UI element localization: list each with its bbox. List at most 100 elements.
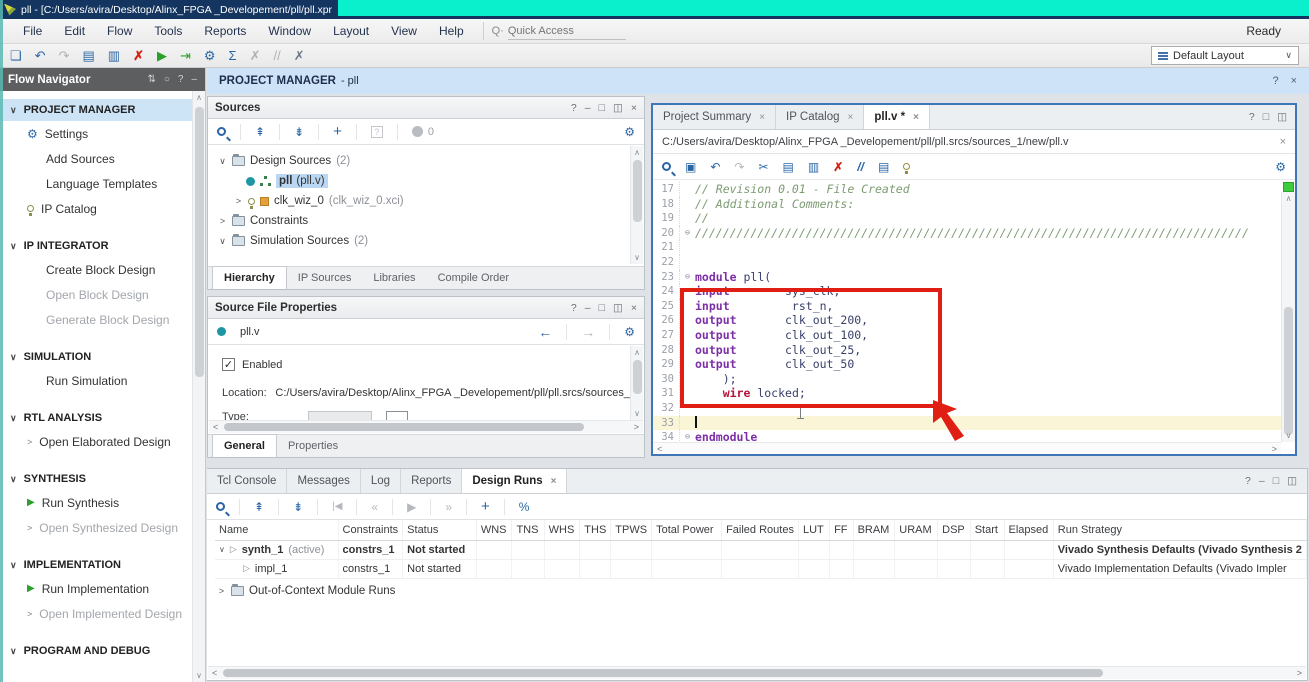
minimize-icon[interactable]: ‒ — [1259, 475, 1265, 487]
delete-icon[interactable]: ✗ — [133, 48, 144, 64]
minimize-icon[interactable]: ‒ — [585, 302, 591, 314]
scroll-up-icon[interactable]: ∧ — [193, 93, 205, 102]
sidebar-section-simulation[interactable]: ∨SIMULATION — [0, 346, 193, 368]
minimize-icon[interactable]: ‒ — [191, 74, 197, 85]
copy-icon[interactable]: ▤ — [82, 48, 94, 64]
scrollbar-thumb[interactable] — [633, 160, 642, 222]
help-icon[interactable]: ? — [1245, 475, 1251, 487]
tab-compile-order[interactable]: Compile Order — [427, 267, 521, 289]
sidebar-item-create-block-design[interactable]: Create Block Design — [0, 257, 193, 282]
quick-access-input[interactable] — [508, 23, 626, 40]
scroll-left-icon[interactable]: < — [212, 668, 217, 678]
menu-tools[interactable]: Tools — [143, 20, 193, 42]
step-icon[interactable]: ⇥ — [180, 48, 191, 64]
tab-hierarchy[interactable]: Hierarchy — [212, 266, 287, 289]
sidebar-item-run-implementation[interactable]: ▶Run Implementation — [0, 576, 193, 601]
tab-log[interactable]: Log — [361, 469, 401, 493]
menu-file[interactable]: File — [12, 20, 53, 42]
sidebar-section-synthesis[interactable]: ∨SYNTHESIS — [0, 468, 193, 490]
chevron-down-icon[interactable]: ∨ — [219, 545, 225, 554]
sidebar-section-rtl-analysis[interactable]: ∨RTL ANALYSIS — [0, 407, 193, 429]
sidebar-item-ip-catalog[interactable]: IP Catalog — [0, 196, 193, 221]
menu-flow[interactable]: Flow — [96, 20, 143, 42]
help-icon[interactable]: ? — [571, 102, 577, 114]
menu-help[interactable]: Help — [428, 20, 475, 42]
float-icon[interactable]: ◫ — [1277, 111, 1287, 123]
expand-all-icon[interactable]: ⇟ — [293, 500, 303, 514]
close-icon[interactable]: × — [913, 112, 919, 123]
search-icon[interactable] — [216, 502, 225, 511]
scroll-down-icon[interactable]: ∨ — [631, 253, 643, 262]
sidebar-item-settings[interactable]: ⚙Settings — [0, 121, 193, 146]
float-icon[interactable]: ◫ — [613, 302, 623, 314]
collapse-all-icon[interactable]: ⇞ — [254, 500, 264, 514]
sidebar-item-open-elaborated-design[interactable]: >Open Elaborated Design — [0, 429, 193, 454]
maximize-icon[interactable]: □ — [1263, 111, 1269, 123]
sidebar-section-project-manager[interactable]: ∨PROJECT MANAGER — [0, 99, 193, 121]
lightbulb-icon[interactable] — [903, 163, 910, 170]
undo-icon[interactable]: ↶ — [35, 48, 46, 64]
scroll-left-icon[interactable]: < — [213, 422, 218, 432]
scroll-left-icon[interactable]: < — [657, 444, 662, 454]
close-icon[interactable]: × — [759, 112, 765, 123]
delete-icon[interactable]: ✗ — [833, 160, 843, 174]
tab-project-summary[interactable]: Project Summary× — [653, 105, 776, 129]
indent-icon[interactable]: ▤ — [878, 160, 889, 174]
collapse-all-icon[interactable]: ⇞ — [255, 125, 265, 139]
minimize-icon[interactable]: ‒ — [585, 102, 591, 114]
chevron-right-icon[interactable]: > — [218, 216, 227, 226]
sidebar-section-program-and-debug[interactable]: ∨PROGRAM AND DEBUG — [0, 640, 193, 662]
undo-icon[interactable]: ↶ — [710, 160, 720, 174]
tree-node-pll[interactable]: pll(pll.v) — [218, 171, 644, 191]
scrollbar-thumb[interactable] — [195, 107, 204, 377]
close-icon[interactable]: × — [1291, 75, 1297, 87]
sidebar-item-language-templates[interactable]: Language Templates — [0, 171, 193, 196]
create-runs-icon[interactable]: + — [481, 498, 490, 515]
scroll-right-icon[interactable]: > — [634, 422, 639, 432]
gear-icon[interactable]: ⚙ — [624, 125, 635, 139]
circle-icon[interactable]: ○ — [164, 74, 170, 85]
forward-icon[interactable]: → — [581, 324, 595, 340]
tab-libraries[interactable]: Libraries — [362, 267, 426, 289]
sidebar-section-implementation[interactable]: ∨IMPLEMENTATION — [0, 554, 193, 576]
expand-all-icon[interactable]: ⇟ — [294, 125, 304, 139]
chevron-right-icon[interactable]: > — [217, 586, 226, 596]
paste-icon[interactable]: ▥ — [808, 160, 819, 174]
properties-hscrollbar[interactable]: < > — [209, 420, 643, 433]
scroll-up-icon[interactable]: ∧ — [631, 148, 643, 157]
search-icon[interactable] — [217, 127, 226, 136]
properties-scrollbar[interactable]: ∧ ∨ — [630, 346, 643, 420]
dock-icon[interactable]: ⇅ — [147, 74, 155, 85]
close-icon[interactable]: × — [551, 476, 557, 487]
sources-scrollbar[interactable]: ∧ ∨ — [630, 146, 643, 264]
scroll-right-icon[interactable]: > — [1272, 444, 1277, 454]
type-select[interactable] — [308, 411, 372, 420]
menu-edit[interactable]: Edit — [53, 20, 96, 42]
close-icon[interactable]: × — [631, 102, 637, 114]
chevron-down-icon[interactable]: ∨ — [218, 236, 227, 247]
fold-marker-icon[interactable]: ⊖ — [680, 226, 695, 241]
tree-node-design-sources[interactable]: ∨ Design Sources (2) — [218, 151, 644, 171]
layout-selector-dropdown[interactable]: Default Layout ∨ — [1151, 46, 1299, 65]
chevron-down-icon[interactable]: ∨ — [218, 156, 227, 167]
tab-properties[interactable]: Properties — [277, 435, 349, 457]
help-icon[interactable]: ? — [1272, 75, 1278, 87]
enabled-checkbox[interactable]: ✓ — [222, 358, 235, 371]
add-sources-icon[interactable]: + — [333, 123, 342, 140]
sidebar-item-run-synthesis[interactable]: ▶Run Synthesis — [0, 490, 193, 515]
back-icon[interactable]: ← — [538, 324, 552, 340]
help-icon[interactable]: ? — [571, 302, 577, 314]
float-icon[interactable]: ◫ — [1287, 475, 1297, 487]
tab-general[interactable]: General — [212, 434, 277, 457]
close-icon[interactable]: × — [848, 112, 854, 123]
tab-messages[interactable]: Messages — [287, 469, 360, 493]
scroll-down-icon[interactable]: ∨ — [193, 671, 205, 680]
menu-reports[interactable]: Reports — [193, 20, 257, 42]
help-icon[interactable]: ? — [178, 74, 184, 85]
tab-design-runs[interactable]: Design Runs× — [462, 469, 567, 493]
redo-icon[interactable]: ↷ — [59, 48, 70, 64]
sidebar-item-run-simulation[interactable]: Run Simulation — [0, 368, 193, 393]
tree-node-simulation-sources[interactable]: ∨ Simulation Sources (2) — [218, 231, 644, 251]
scrollbar-thumb[interactable] — [1284, 307, 1293, 435]
editor-vscrollbar[interactable]: ∧ ∨ — [1281, 192, 1295, 442]
